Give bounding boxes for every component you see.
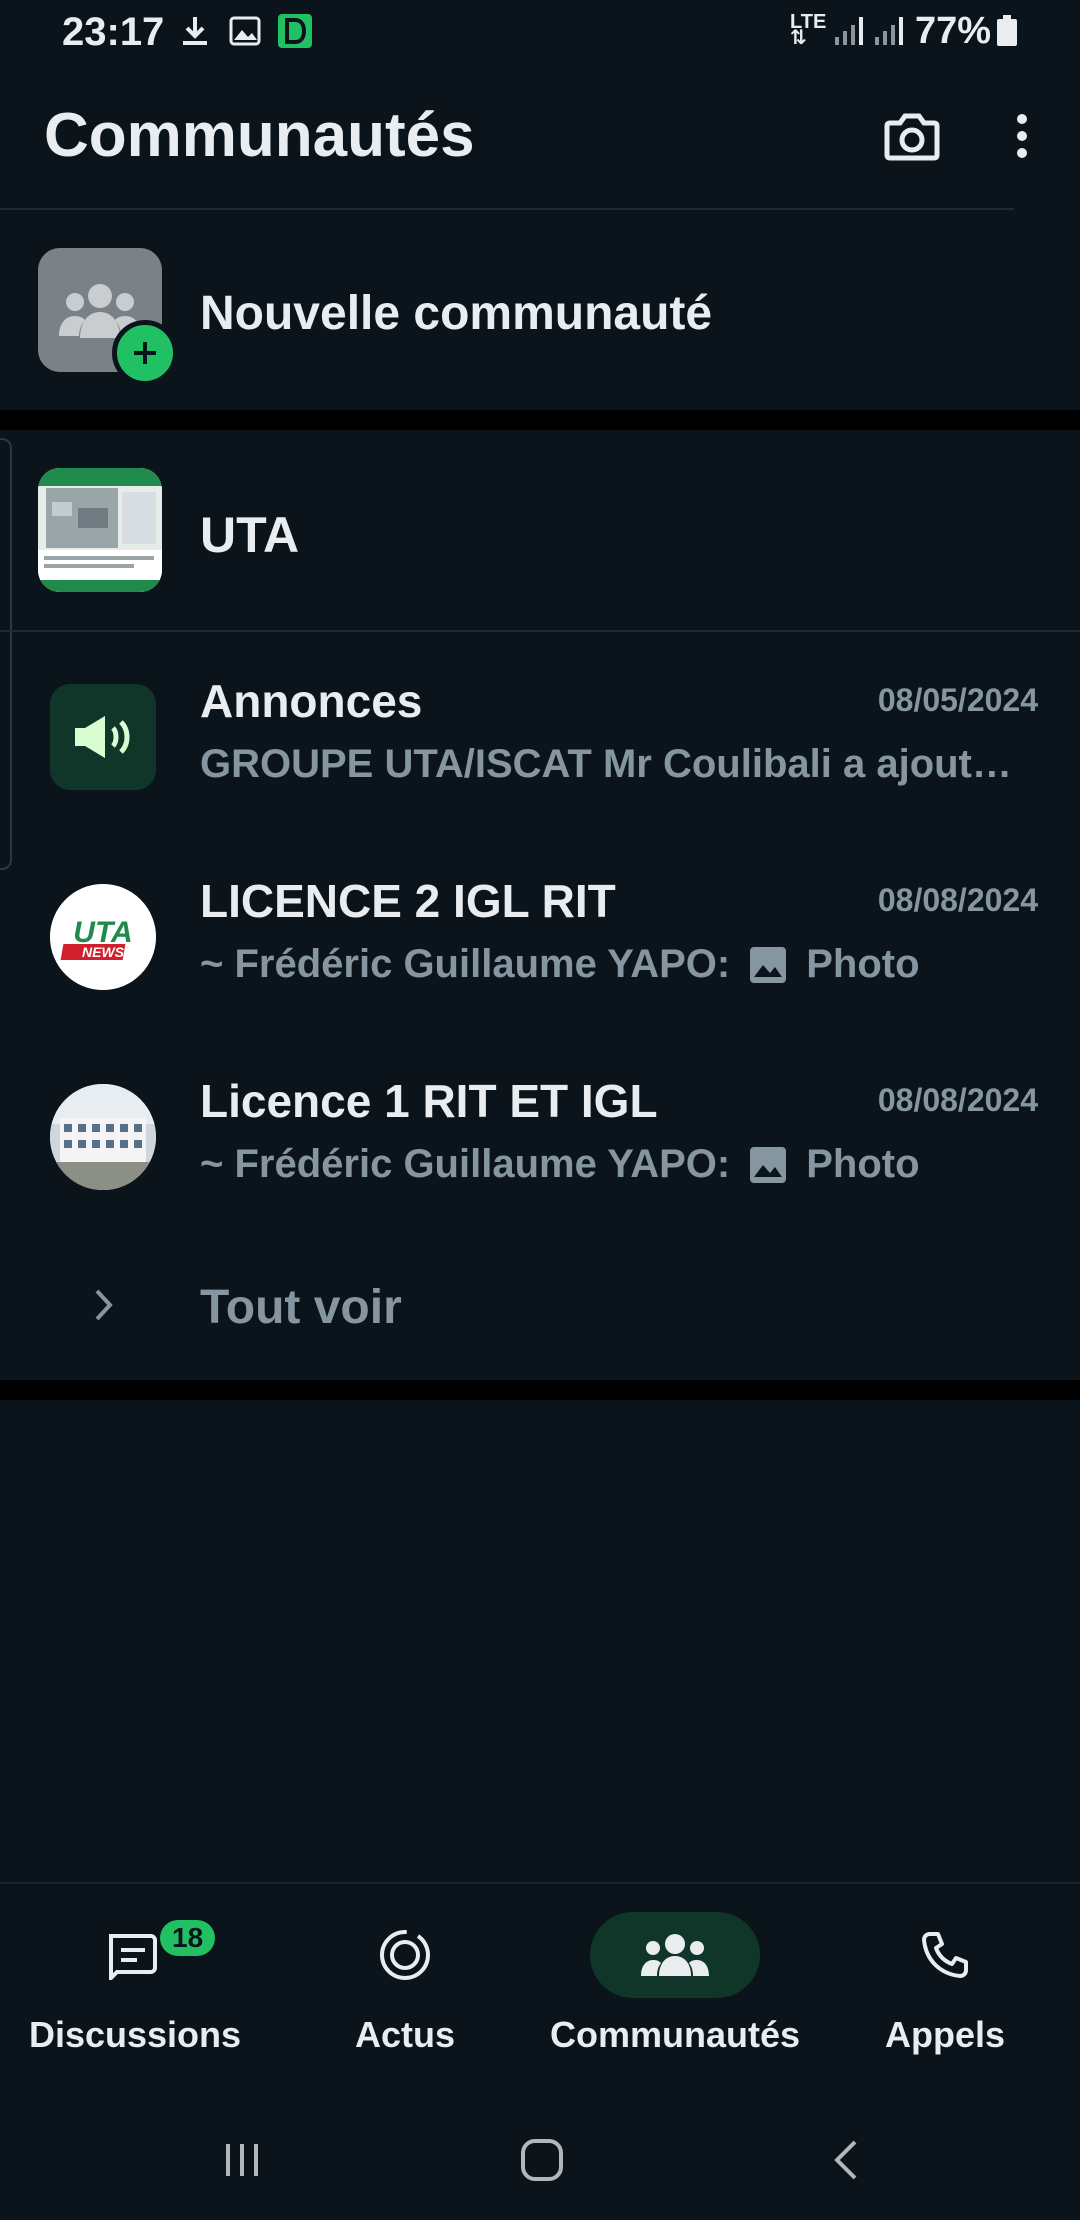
network-type: LTE ⇅ (790, 11, 827, 49)
status-time: 23:17 (62, 10, 165, 54)
plus-icon (112, 320, 178, 386)
app-d-icon (278, 14, 312, 48)
unread-badge: 18 (160, 1920, 216, 1956)
home-button[interactable] (502, 2130, 582, 2190)
nav-label: Appels (884, 2014, 1006, 2055)
nav-label: Discussions (28, 2014, 242, 2055)
status-bar: 23:17 LTE ⇅ 77% (0, 0, 1080, 64)
nav-appels[interactable]: Appels (820, 1884, 1070, 2074)
back-button[interactable] (806, 2130, 886, 2190)
photo-icon (750, 1146, 787, 1183)
new-community-label: Nouvelle communauté (200, 287, 713, 340)
sender-name: ~ Frédéric Guillaume YAPO: (200, 1142, 731, 1186)
camera-icon (884, 113, 940, 161)
battery-icon (990, 14, 1024, 48)
more-vert-icon (1017, 114, 1027, 158)
group-date: 08/05/2024 (877, 682, 1038, 718)
svg-text:NEWS: NEWS (82, 944, 125, 960)
photo-icon (750, 946, 787, 983)
gallery-icon (228, 14, 262, 48)
group-date: 08/08/2024 (877, 1082, 1038, 1118)
nav-discussions[interactable]: 18 Discussions (10, 1884, 260, 2074)
building-avatar (50, 1084, 156, 1190)
see-all-row[interactable] (0, 1252, 1080, 1362)
signal-icon-2 (872, 14, 906, 48)
more-options-button[interactable] (986, 100, 1058, 172)
section-separator (0, 410, 1080, 430)
uta-news-avatar: UTA NEWS (50, 884, 156, 990)
camera-button[interactable] (876, 100, 948, 172)
last-message-text: GROUPE UTA/ISCAT Mr Coulibali a ajout… (200, 742, 1012, 786)
recent-apps-button[interactable] (202, 2130, 282, 2190)
group-last-message: ~ Frédéric Guillaume YAPO: Photo (200, 942, 1020, 987)
group-title: Annonces (200, 675, 423, 727)
see-all-label: Tout voir (200, 1281, 402, 1334)
nav-communautes[interactable]: Communautés (550, 1884, 800, 2074)
megaphone-icon (75, 716, 130, 758)
group-title: LICENCE 2 IGL RIT (200, 875, 616, 927)
nav-actus[interactable]: Actus (280, 1884, 530, 2074)
communities-icon (590, 1912, 760, 1998)
updates-icon (320, 1912, 490, 1998)
recent-apps-icon (226, 2144, 258, 2176)
phone-icon (860, 1912, 1030, 1998)
community-name[interactable]: UTA (200, 506, 299, 564)
section-separator (0, 1380, 1080, 1400)
battery-percent: 77% (915, 10, 992, 52)
announcements-avatar (50, 684, 156, 790)
group-title: Licence 1 RIT ET IGL (200, 1075, 658, 1127)
group-last-message: ~ Frédéric Guillaume YAPO: Photo (200, 1142, 1020, 1187)
group-row-annonces[interactable] (0, 650, 1080, 830)
nav-label: Actus (354, 2014, 456, 2055)
chevron-right-icon (84, 1282, 124, 1328)
group-date: 08/08/2024 (877, 882, 1038, 918)
back-icon (834, 2140, 857, 2180)
signal-icon (832, 14, 866, 48)
community-avatar[interactable] (38, 468, 162, 592)
download-icon (178, 14, 212, 48)
home-icon (521, 2139, 563, 2181)
page-title: Communautés (44, 101, 475, 170)
community-divider (0, 630, 1080, 632)
nav-label: Communautés (550, 2014, 801, 2055)
sender-name: ~ Frédéric Guillaume YAPO: (200, 942, 731, 986)
media-label: Photo (806, 1142, 920, 1186)
bottom-navigation: 18 Discussions Actus Communautés Appels (0, 1882, 1080, 2094)
media-label: Photo (806, 942, 920, 986)
group-last-message: GROUPE UTA/ISCAT Mr Coulibali a ajout… (200, 742, 1020, 787)
